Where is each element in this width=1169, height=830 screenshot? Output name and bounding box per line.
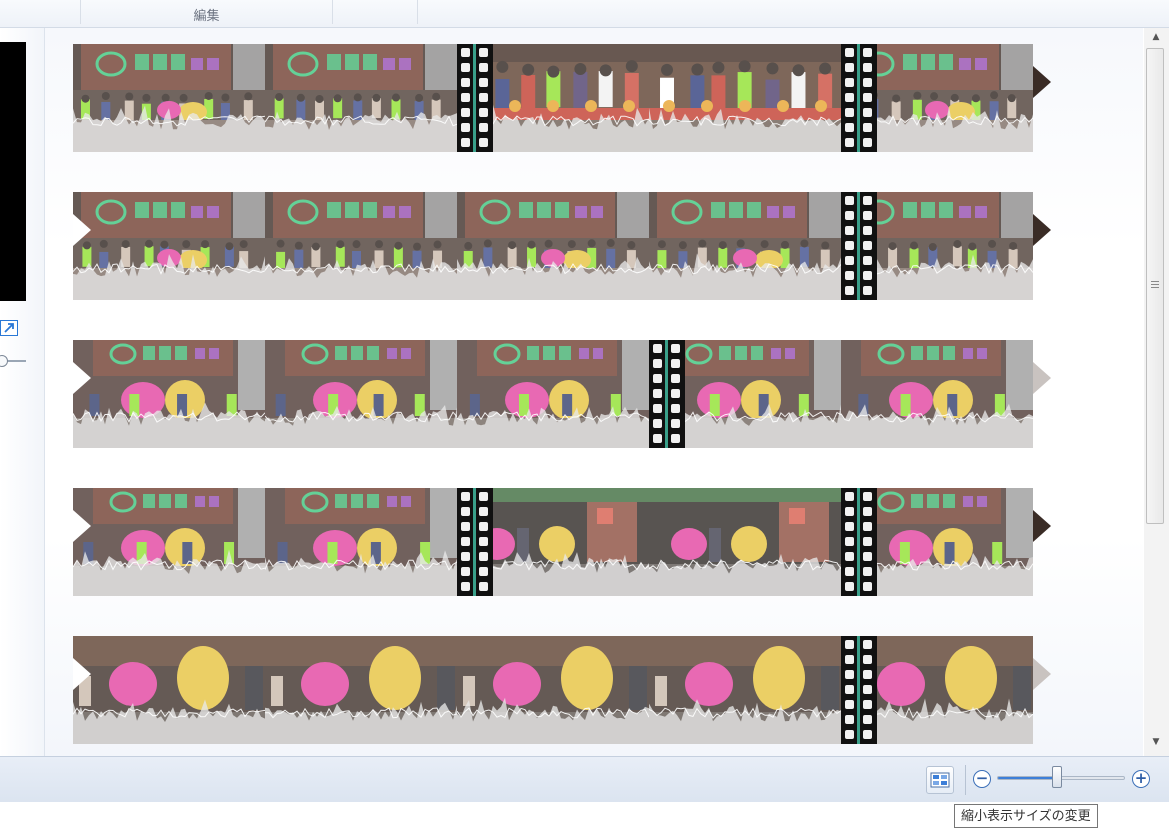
clip-thumbnail[interactable] xyxy=(265,488,457,596)
storyboard-row[interactable] xyxy=(73,488,1051,596)
ribbon: 編集 xyxy=(0,0,1169,28)
row-start-notch xyxy=(73,510,91,542)
clip-thumbnail[interactable] xyxy=(457,340,649,448)
clip-thumbnail[interactable] xyxy=(649,636,841,744)
clip-thumbnail[interactable] xyxy=(841,44,1033,152)
clip-thumbnail[interactable] xyxy=(265,340,457,448)
zoom-in-button[interactable]: + xyxy=(1132,770,1150,788)
clip-thumbnail[interactable] xyxy=(457,44,649,152)
clip-thumbnail[interactable] xyxy=(73,192,265,300)
ribbon-separator xyxy=(332,0,333,24)
clip-thumbnail[interactable] xyxy=(457,488,649,596)
row-continue-arrow xyxy=(1033,658,1051,690)
preview-pane xyxy=(0,28,45,756)
row-continue-arrow xyxy=(1033,510,1051,542)
clip-thumbnail[interactable] xyxy=(265,44,457,152)
clip-thumbnail[interactable] xyxy=(841,488,1033,596)
thumbnail-size-icon xyxy=(930,772,950,788)
scroll-grip-icon xyxy=(1151,281,1159,289)
clip-thumbnail[interactable] xyxy=(649,488,841,596)
clip-thumbnail[interactable] xyxy=(649,44,841,152)
scroll-thumb[interactable] xyxy=(1146,48,1164,524)
clip-thumbnail[interactable] xyxy=(841,340,1033,448)
row-continue-arrow xyxy=(1033,66,1051,98)
row-continue-arrow xyxy=(1033,214,1051,246)
storyboard[interactable] xyxy=(45,28,1143,756)
clip-thumbnail[interactable] xyxy=(73,340,265,448)
ribbon-group-label-edit: 編集 xyxy=(193,9,220,24)
clip-thumbnail[interactable] xyxy=(649,192,841,300)
row-start-notch xyxy=(73,362,91,394)
tooltip: 縮小表示サイズの変更 xyxy=(954,804,1098,828)
clip-thumbnail[interactable] xyxy=(73,44,265,152)
row-start-notch xyxy=(73,214,91,246)
clip-thumbnail[interactable] xyxy=(265,192,457,300)
row-start-notch xyxy=(73,658,91,690)
storyboard-row[interactable] xyxy=(73,340,1051,448)
storyboard-row[interactable] xyxy=(73,192,1051,300)
storyboard-row[interactable] xyxy=(73,636,1051,744)
clip-thumbnail[interactable] xyxy=(841,636,1033,744)
thumbnail-size-button[interactable] xyxy=(926,766,954,794)
clip-thumbnail[interactable] xyxy=(73,488,265,596)
clip-thumbnail[interactable] xyxy=(457,192,649,300)
row-continue-arrow xyxy=(1033,362,1051,394)
zoom-out-button[interactable]: − xyxy=(973,770,991,788)
vertical-scrollbar[interactable]: ▲ ▼ xyxy=(1144,28,1169,756)
zoom-slider-thumb[interactable] xyxy=(1052,766,1063,788)
clip-thumbnail[interactable] xyxy=(457,636,649,744)
preview-monitor[interactable] xyxy=(0,42,26,301)
expand-icon[interactable] xyxy=(0,320,18,336)
status-separator xyxy=(965,765,966,795)
storyboard-row[interactable] xyxy=(73,44,1051,152)
seek-thumb[interactable] xyxy=(0,355,8,367)
clip-thumbnail[interactable] xyxy=(265,636,457,744)
clip-thumbnail[interactable] xyxy=(649,340,841,448)
scroll-up-button[interactable]: ▲ xyxy=(1149,30,1163,44)
clip-thumbnail[interactable] xyxy=(73,636,265,744)
status-bar: − + xyxy=(0,756,1169,803)
clip-thumbnail[interactable] xyxy=(841,192,1033,300)
ribbon-separator xyxy=(417,0,418,24)
scroll-down-button[interactable]: ▼ xyxy=(1149,735,1163,749)
